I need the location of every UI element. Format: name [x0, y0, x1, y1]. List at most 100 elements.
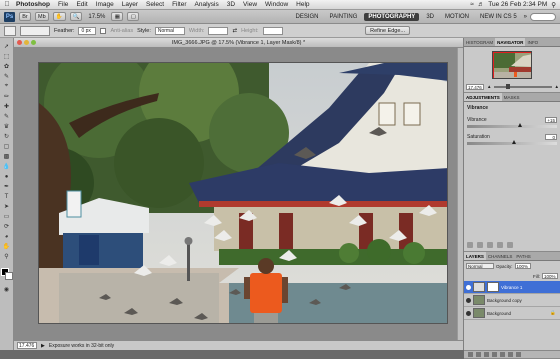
status-text[interactable]: Exposure works in 32-bit only: [49, 343, 114, 349]
swap-icon[interactable]: ⇄: [232, 28, 237, 34]
arrange-documents-button[interactable]: ▦: [111, 12, 124, 21]
brush-tool-icon[interactable]: ✎: [2, 112, 12, 121]
menu-file[interactable]: File: [54, 1, 72, 8]
menu-3d[interactable]: 3D: [223, 1, 239, 8]
lasso-tool-icon[interactable]: ✿: [2, 62, 12, 71]
navigator-view-frame[interactable]: [493, 52, 531, 78]
visibility-icon[interactable]: [487, 242, 493, 248]
status-info-icon[interactable]: ▶: [41, 343, 45, 349]
3d-orbit-icon[interactable]: ◕: [2, 232, 12, 241]
saturation-slider-knob[interactable]: [512, 140, 516, 144]
eye-icon[interactable]: [466, 284, 471, 290]
return-icon[interactable]: [467, 242, 473, 248]
blend-mode-select[interactable]: Normal: [466, 263, 494, 269]
menu-filter[interactable]: Filter: [168, 1, 190, 8]
screen-mode-button[interactable]: ▢: [127, 12, 140, 21]
antialias-checkbox[interactable]: [100, 27, 107, 34]
new-group-icon[interactable]: [500, 352, 505, 357]
zoom-level[interactable]: 17.5%: [86, 14, 107, 20]
workspace-3d[interactable]: 3D: [422, 13, 438, 21]
workspace-motion[interactable]: MOTION: [441, 13, 473, 21]
tab-layers[interactable]: LAYERS: [464, 252, 486, 260]
tab-navigator[interactable]: NAVIGATOR: [495, 38, 526, 46]
saturation-slider[interactable]: [467, 140, 557, 145]
new-layer-icon[interactable]: [508, 352, 513, 357]
quick-mask-icon[interactable]: ◉: [2, 285, 12, 294]
zoom-in-icon[interactable]: ▲: [555, 84, 559, 89]
width-input[interactable]: [208, 26, 229, 35]
delete-layer-icon[interactable]: [516, 352, 521, 357]
move-tool-icon[interactable]: ➚: [2, 42, 12, 51]
menu-app[interactable]: Photoshop: [14, 1, 54, 8]
minimize-window-icon[interactable]: [24, 40, 29, 45]
tab-histogram[interactable]: HISTOGRAM: [464, 38, 495, 46]
workspace-new-in-cs5[interactable]: NEW IN CS 5: [476, 13, 521, 21]
delete-icon[interactable]: [507, 242, 513, 248]
navigator-zoom-field[interactable]: 17.476: [466, 83, 484, 90]
menu-analysis[interactable]: Analysis: [191, 1, 223, 8]
volume-icon[interactable]: ♬: [478, 1, 485, 8]
add-mask-icon[interactable]: [484, 352, 489, 357]
hand-tool-icon[interactable]: ✋: [2, 242, 12, 251]
menu-help[interactable]: Help: [292, 1, 313, 8]
opacity-field[interactable]: 100%: [514, 263, 531, 269]
background-color[interactable]: [4, 272, 13, 280]
quick-select-tool-icon[interactable]: ✎: [2, 72, 12, 81]
menu-image[interactable]: Image: [92, 1, 118, 8]
layer-row[interactable]: Background copy: [464, 294, 560, 307]
menu-select[interactable]: Select: [142, 1, 168, 8]
style-select[interactable]: Normal: [154, 26, 185, 35]
new-adjustment-icon[interactable]: [492, 352, 497, 357]
workspace-painting[interactable]: PAINTING: [326, 13, 362, 21]
healing-brush-icon[interactable]: ✚: [2, 102, 12, 111]
feather-input[interactable]: 0 px: [78, 26, 97, 35]
3d-rotate-icon[interactable]: ⟳: [2, 222, 12, 231]
dodge-tool-icon[interactable]: ●: [2, 172, 12, 181]
tab-masks[interactable]: MASKS: [502, 93, 522, 101]
bridge-button[interactable]: Br: [19, 12, 31, 21]
eye-icon[interactable]: [466, 310, 471, 316]
spotlight-icon[interactable]: ⚲: [551, 1, 556, 9]
maximize-window-icon[interactable]: [31, 40, 36, 45]
clip-icon[interactable]: [477, 242, 483, 248]
zoom-out-icon[interactable]: ▲: [487, 84, 491, 89]
photo-canvas[interactable]: [38, 62, 448, 324]
height-input[interactable]: [262, 26, 283, 35]
menu-edit[interactable]: Edit: [72, 1, 91, 8]
workspace-photography[interactable]: PHOTOGRAPHY: [364, 12, 420, 21]
pen-tool-icon[interactable]: ✒: [2, 182, 12, 191]
eraser-tool-icon[interactable]: ▢: [2, 142, 12, 151]
tab-paths[interactable]: PATHS: [514, 252, 532, 260]
color-swatches[interactable]: [0, 268, 13, 280]
vibrance-slider[interactable]: [467, 123, 557, 128]
tab-channels[interactable]: CHANNELS: [486, 252, 515, 260]
gradient-tool-icon[interactable]: ▩: [2, 152, 12, 161]
shape-tool-icon[interactable]: ▭: [2, 212, 12, 221]
layer-row[interactable]: Background 🔒: [464, 307, 560, 320]
navigator-zoom-knob[interactable]: [505, 83, 510, 89]
eye-icon[interactable]: [466, 297, 471, 303]
marquee-tool-icon[interactable]: ⬚: [2, 52, 12, 61]
link-layers-icon[interactable]: [468, 352, 473, 357]
menu-window[interactable]: Window: [261, 1, 292, 8]
layer-mask-thumb[interactable]: [487, 282, 499, 292]
refine-edge-button[interactable]: Refine Edge...: [365, 26, 410, 35]
vibrance-value[interactable]: +15: [545, 117, 557, 123]
wifi-icon[interactable]: ≈: [470, 1, 474, 8]
layer-name[interactable]: Background copy: [487, 298, 522, 303]
canvas-area[interactable]: [14, 48, 463, 340]
eyedropper-tool-icon[interactable]: ✏: [2, 92, 12, 101]
zoom-tool-icon[interactable]: ⚲: [2, 252, 12, 261]
layer-style-icon[interactable]: [476, 352, 481, 357]
marquee-tool-icon[interactable]: [4, 25, 16, 36]
apple-icon[interactable]: : [0, 1, 14, 8]
type-tool-icon[interactable]: T: [2, 192, 12, 201]
navigator-thumbnail[interactable]: [492, 51, 532, 79]
search-field[interactable]: [530, 12, 556, 21]
new-selection-icon[interactable]: [20, 25, 50, 36]
minibridge-button[interactable]: Mb: [35, 12, 49, 21]
history-brush-icon[interactable]: ↻: [2, 132, 12, 141]
clock[interactable]: Tue 26 Feb 2:34 PM: [488, 1, 547, 8]
hand-tool-button[interactable]: ✋: [52, 12, 66, 21]
tab-info[interactable]: INFO: [525, 38, 540, 46]
